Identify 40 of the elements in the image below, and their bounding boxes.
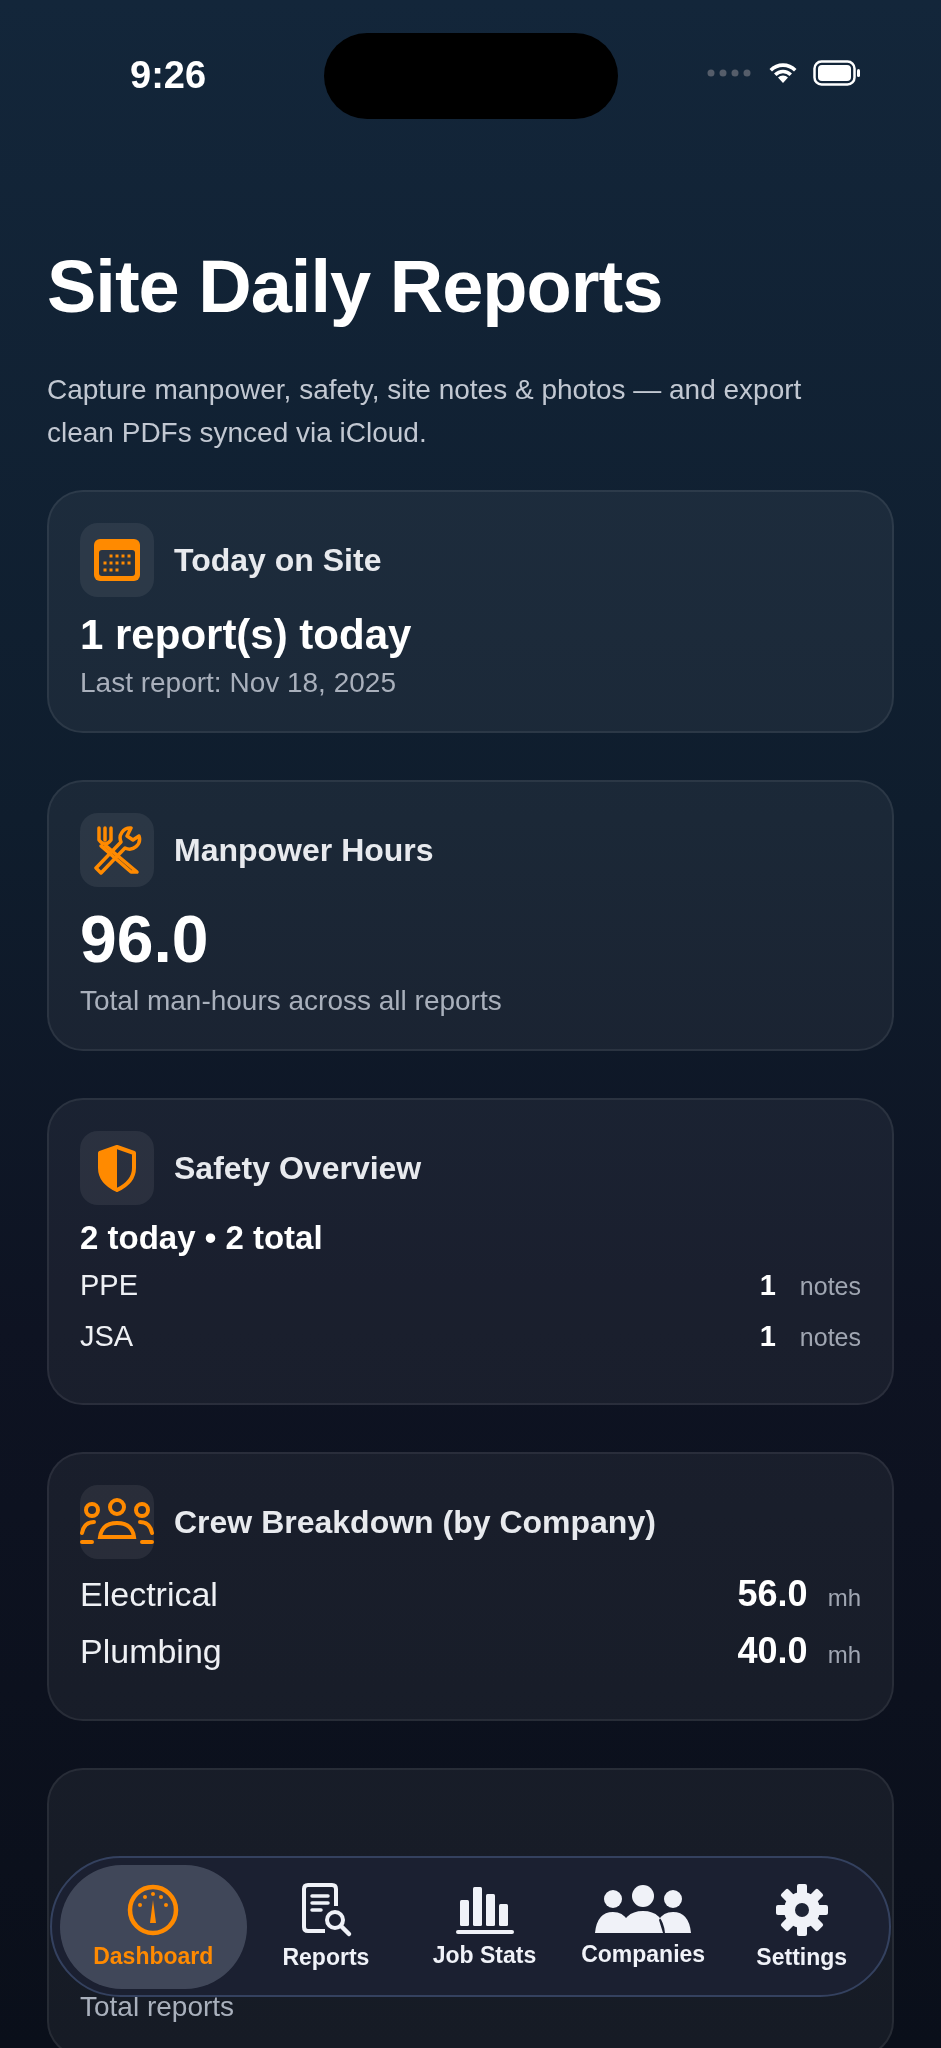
card-headline: 1 report(s) today (80, 611, 413, 659)
row-label: Electrical (80, 1575, 219, 1614)
tab-item[interactable]: Settings (722, 1864, 882, 1989)
signal-icon (707, 69, 753, 77)
tools-icon (91, 824, 143, 876)
card-caption: Total reports (80, 1991, 236, 2023)
wifi-icon (767, 61, 799, 85)
row-unit: notes (799, 1272, 861, 1301)
card-title: Safety Overview (174, 1149, 422, 1187)
tab-item[interactable]: Dashboard (60, 1864, 247, 1989)
card-title: Crew Breakdown (by Company) (174, 1503, 656, 1541)
tab-item[interactable]: Job Stats (405, 1864, 564, 1989)
bar-chart-icon (454, 1884, 515, 1936)
battery-icon (813, 60, 861, 86)
gauge-icon (126, 1883, 181, 1937)
card-caption: Total man-hours across all reports (80, 985, 503, 1017)
card-title: Manpower Hours (174, 831, 434, 869)
row-unit: notes (799, 1323, 861, 1352)
row-value: 1 (759, 1269, 776, 1302)
row-label: Plumbing (80, 1632, 223, 1671)
row-value: 40.0 (737, 1630, 808, 1672)
card-caption: Last report: Nov 18, 2025 (80, 667, 397, 699)
row-unit: mh (827, 1641, 861, 1669)
shield-icon (97, 1144, 137, 1192)
row-value: 56.0 (737, 1573, 808, 1615)
row-unit: mh (827, 1584, 861, 1612)
status-time: 9:26 (130, 54, 207, 97)
calendar-icon (93, 538, 141, 582)
people-icon (593, 1885, 694, 1935)
row-label: JSA (80, 1320, 135, 1353)
tab-item[interactable]: Reports (246, 1864, 406, 1989)
card-title: Today on Site (174, 541, 382, 579)
settings-icon (773, 1882, 830, 1938)
row-label: PPE (80, 1269, 140, 1302)
tab-item[interactable]: Companies (563, 1864, 723, 1989)
page-subtitle: Capture manpower, safety, site notes & photos — and export clean PDFs synced via iCloud. (47, 373, 803, 450)
people-icon (80, 1497, 154, 1547)
card-value: 96.0 (80, 901, 210, 977)
card-headline: 2 today • 2 total (80, 1219, 324, 1257)
row-value: 1 (759, 1320, 776, 1353)
